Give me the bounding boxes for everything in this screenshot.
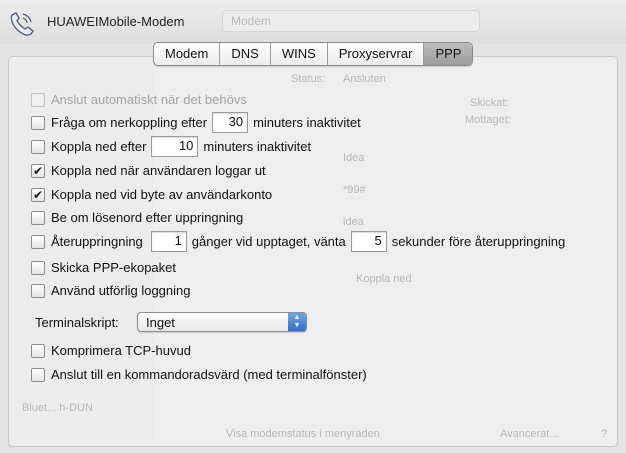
terminal-script-popup[interactable]: Inget ▲ ▼ (137, 312, 307, 332)
terminal-connect-row: Anslut till en kommandoradsvärd (med ter… (31, 365, 367, 384)
bg-user-value: idea (343, 216, 364, 228)
auto-connect-checkbox[interactable] (31, 92, 45, 107)
echo-checkbox[interactable] (31, 260, 45, 275)
disconnect-idle-unit: minuters inaktivitet (203, 139, 312, 154)
disconnect-idle-minutes-field[interactable]: 10 (151, 136, 199, 157)
disconnect-switch-row: ✔ Koppla ned vid byte av användarkonto (31, 185, 272, 204)
prompt-idle-checkbox[interactable] (31, 115, 45, 130)
terminal-connect-checkbox[interactable] (31, 367, 45, 382)
disconnect-idle-label: Koppla ned efter (51, 139, 147, 154)
disconnect-logout-checkbox[interactable]: ✔ (31, 163, 45, 178)
disconnect-idle-row: Koppla ned efter 10 minuters inaktivitet (31, 136, 312, 157)
bg-help-button: ? (601, 428, 608, 440)
echo-label: Skicka PPP-ekopaket (51, 260, 177, 275)
phone-icon (10, 12, 34, 36)
terminal-script-value: Inget (146, 315, 175, 330)
disconnect-switch-checkbox[interactable]: ✔ (31, 187, 45, 202)
verbose-checkbox[interactable] (31, 283, 45, 298)
prompt-idle-row: Fråga om nerkoppling efter 30 minuters i… (31, 112, 361, 133)
window-title: HUAWEIMobile-Modem (47, 14, 185, 29)
verbose-row: Använd utförlig loggning (31, 281, 191, 300)
tab-ppp[interactable]: PPP (424, 43, 473, 65)
redial-middle-label: gånger vid upptaget, vänta (191, 234, 346, 249)
redial-seconds-field[interactable]: 5 (350, 231, 387, 252)
disconnect-idle-checkbox[interactable] (31, 139, 45, 154)
bg-received-label: Mottaget: (465, 114, 511, 126)
bg-sidebar-item: Bluet... h-DUN (22, 402, 93, 414)
tab-wins[interactable]: WINS (271, 43, 328, 65)
ask-password-checkbox[interactable] (31, 210, 45, 225)
terminal-connect-label: Anslut till en kommandoradsvärd (med ter… (51, 367, 367, 382)
bg-status-value: Ansluten (343, 73, 386, 85)
bg-advanced-button: Avancerat... (500, 428, 559, 440)
tab-modem[interactable]: Modem (154, 43, 221, 65)
terminal-script-label: Terminalskript: (35, 315, 119, 330)
bg-disconnect-button: Koppla ned (356, 273, 412, 285)
redial-checkbox[interactable] (31, 234, 45, 249)
ask-password-label: Be om lösenord efter uppringning (51, 210, 244, 225)
verbose-label: Använd utförlig loggning (51, 283, 191, 298)
redial-row: Återuppringning 1 gånger vid upptaget, v… (31, 231, 566, 252)
bg-sent-label: Skickat: (470, 97, 509, 109)
auto-connect-row: Anslut automatiskt när det behövs (31, 90, 247, 109)
echo-row: Skicka PPP-ekopaket (31, 258, 176, 277)
popup-arrows-icon: ▲ ▼ (288, 313, 306, 331)
ask-password-row: Be om lösenord efter uppringning (31, 208, 243, 227)
tab-dns[interactable]: DNS (220, 43, 271, 65)
bg-show-status: Visa modemstatus i menyraden (226, 428, 380, 440)
disconnect-logout-row: ✔ Koppla ned när användaren loggar ut (31, 161, 266, 180)
disconnect-logout-label: Koppla ned när användaren loggar ut (51, 163, 266, 178)
compress-tcp-checkbox[interactable] (31, 343, 45, 358)
bg-config-value: Idea (343, 152, 365, 164)
compress-tcp-row: Komprimera TCP-huvud (31, 341, 191, 360)
bg-phone-value: *99# (343, 184, 366, 196)
compress-tcp-label: Komprimera TCP-huvud (51, 343, 191, 358)
redial-label: Återuppringning (51, 234, 143, 249)
prompt-idle-unit: minuters inaktivitet (253, 115, 361, 130)
prompt-idle-label: Fråga om nerkoppling efter (51, 115, 208, 130)
redial-unit: sekunder före återuppringning (391, 234, 566, 249)
redial-times-field[interactable]: 1 (150, 231, 187, 252)
prompt-idle-minutes-field[interactable]: 30 (212, 112, 249, 133)
tab-bar: Modem DNS WINS Proxyservrar PPP (153, 42, 474, 66)
bg-status-label: Status: (291, 73, 326, 85)
background-location-popup: Modem (222, 10, 480, 32)
tab-proxyservrar[interactable]: Proxyservrar (328, 43, 425, 65)
disconnect-switch-label: Koppla ned vid byte av användarkonto (51, 187, 273, 202)
auto-connect-label: Anslut automatiskt när det behövs (51, 92, 247, 107)
